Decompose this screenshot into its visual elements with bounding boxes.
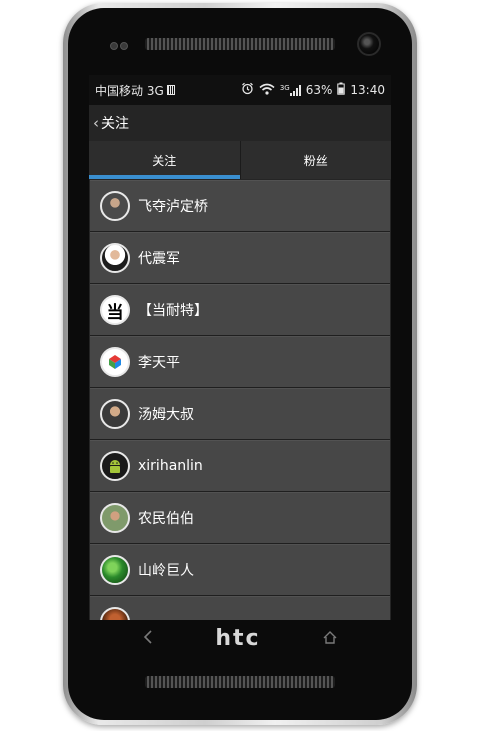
- tab-label: 关注: [152, 153, 177, 168]
- avatar: [100, 451, 130, 481]
- list-item[interactable]: xirihanlin: [90, 440, 390, 492]
- sensor-dot: [110, 42, 118, 50]
- list-item[interactable]: 飞夺泸定桥: [90, 180, 390, 232]
- user-name: xirihanlin: [138, 458, 203, 474]
- sim-icon: [166, 85, 175, 95]
- network-type-label: 3G: [279, 83, 290, 92]
- following-list: 飞夺泸定桥 代震军 当 【当耐特】 李天平 汤姆大叔 xirihanlin 农民…: [89, 179, 391, 620]
- avatar: [100, 191, 130, 221]
- nav-home-icon[interactable]: [323, 629, 337, 648]
- title-bar[interactable]: ‹ 关注: [89, 105, 391, 141]
- tab-bar: 关注 粉丝: [89, 141, 391, 179]
- avatar: [100, 347, 130, 377]
- status-right: 3G 63% 13:40: [241, 82, 385, 98]
- user-name: 汤姆大叔: [138, 407, 194, 423]
- avatar: [100, 399, 130, 429]
- sensor-dot: [120, 42, 128, 50]
- signal-group: 3G: [279, 83, 301, 96]
- avatar: [100, 555, 130, 585]
- chevron-left-icon[interactable]: ‹: [93, 114, 99, 132]
- user-name: 飞夺泸定桥: [138, 199, 208, 215]
- screen: 中国移动 3G 3G 63% 13:40 ‹ 关注 关注 粉丝 飞夺泸定桥 代震…: [89, 75, 391, 620]
- tab-followers[interactable]: 粉丝: [239, 141, 392, 179]
- status-left: 中国移动 3G: [95, 82, 175, 99]
- avatar: 当: [100, 295, 130, 325]
- top-bezel: [68, 8, 412, 58]
- user-name: 代震军: [138, 251, 180, 267]
- clock: 13:40: [350, 83, 385, 97]
- carrier-label: 中国移动 3G: [95, 83, 164, 98]
- alarm-icon: [241, 82, 254, 98]
- list-item[interactable]: 农民伯伯: [90, 492, 390, 544]
- status-bar: 中国移动 3G 3G 63% 13:40: [89, 75, 391, 105]
- top-speaker: [145, 38, 335, 50]
- front-camera-icon: [357, 32, 381, 56]
- brand-logo: htc: [215, 625, 261, 651]
- bottom-bezel: [68, 662, 412, 720]
- list-item[interactable]: 代震军: [90, 232, 390, 284]
- avatar: [100, 243, 130, 273]
- list-item[interactable]: 山岭巨人: [90, 544, 390, 596]
- bottom-speaker: [145, 676, 335, 688]
- list-item[interactable]: 李天平: [90, 336, 390, 388]
- wifi-icon: [259, 83, 275, 98]
- tab-label: 粉丝: [303, 153, 328, 168]
- avatar: [100, 503, 130, 533]
- battery-percent: 63%: [305, 83, 333, 97]
- user-name: 李天平: [138, 355, 180, 371]
- user-name: 【当耐特】: [138, 303, 208, 319]
- avatar: [100, 607, 130, 620]
- page-title: 关注: [101, 116, 129, 132]
- signal-icon: [289, 84, 301, 96]
- list-item[interactable]: [90, 596, 390, 620]
- list-item[interactable]: 当 【当耐特】: [90, 284, 390, 336]
- user-name: 山岭巨人: [138, 563, 194, 579]
- list-item[interactable]: 汤姆大叔: [90, 388, 390, 440]
- battery-icon: [337, 82, 346, 98]
- user-name: 农民伯伯: [138, 511, 194, 527]
- nav-back-icon[interactable]: [143, 629, 153, 648]
- tab-following[interactable]: 关注: [89, 141, 240, 179]
- hardware-nav-bar: htc: [89, 620, 391, 656]
